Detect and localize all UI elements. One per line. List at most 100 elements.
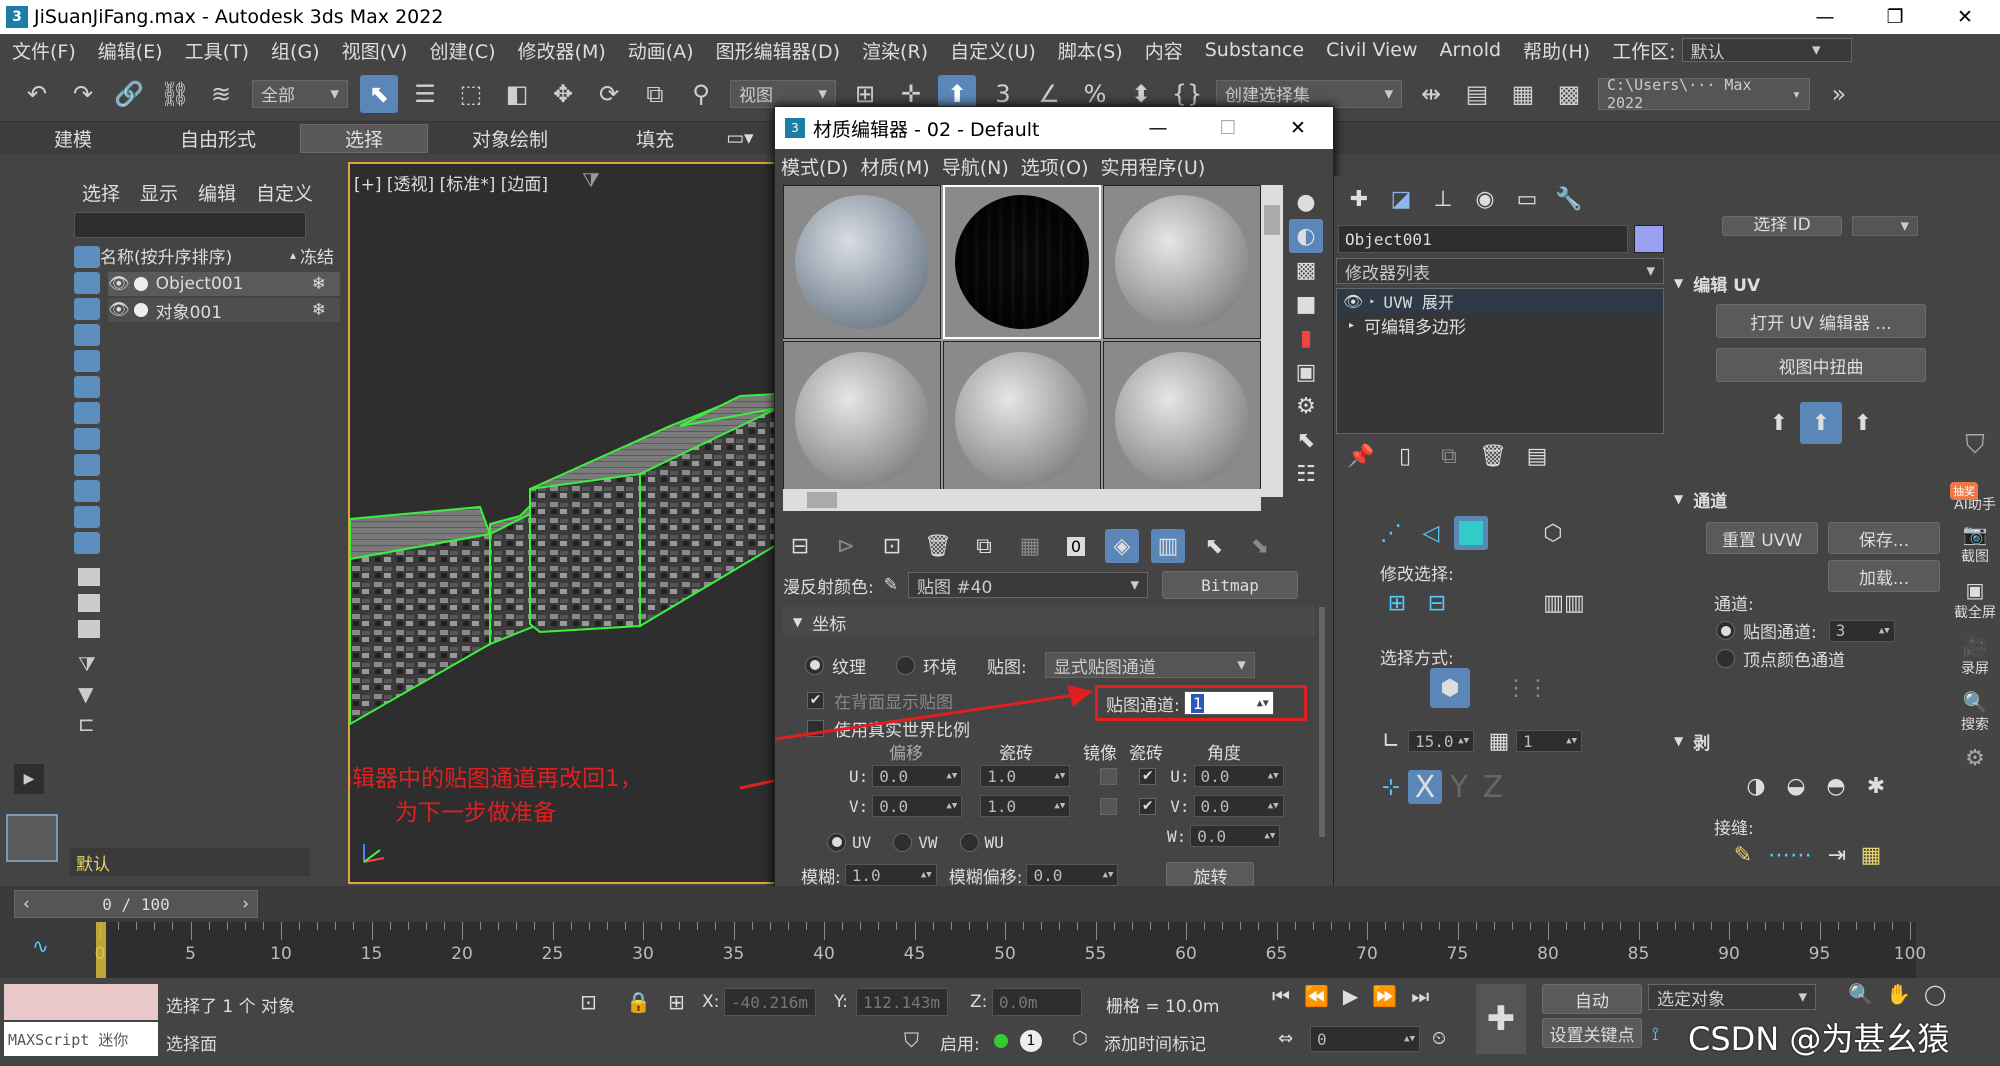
explorer-search-input[interactable] (74, 212, 306, 238)
explorer-menu-edit[interactable]: 编辑 (198, 179, 236, 206)
filter-spacewarps-icon[interactable] (74, 376, 100, 398)
texture-radio[interactable] (805, 655, 824, 675)
filter-funnel-icon[interactable]: ⧩ (78, 652, 96, 676)
window-crossing-icon[interactable]: ◧ (498, 75, 536, 113)
enable-green-dot[interactable] (994, 1034, 1008, 1048)
polygon-mode-icon[interactable] (1454, 516, 1488, 550)
make-unique-icon[interactable]: ⧉ (967, 529, 1001, 563)
freeze-icon[interactable]: ❄ (312, 274, 326, 294)
ignore-backface-icon[interactable]: ⋮⋮ (1505, 671, 1549, 705)
edit-seams-icon[interactable]: ✎ (1726, 838, 1760, 872)
go-to-end-icon[interactable]: ⏭ (1411, 984, 1429, 1008)
redo-icon[interactable]: ↷ (64, 75, 102, 113)
y-coord-field[interactable]: 112.143m (856, 988, 948, 1016)
sample-slots-hscroll[interactable] (783, 489, 1261, 511)
select-object-icon[interactable]: ⬉ (360, 74, 398, 113)
menu-group[interactable]: 组(G) (271, 37, 320, 64)
edge-mode-icon[interactable]: ◁ (1414, 516, 1448, 550)
sample-slot-5[interactable] (943, 341, 1101, 497)
filter-containers-icon[interactable] (74, 480, 100, 502)
list-item[interactable]: 👁 Object001 ❄ (108, 272, 340, 296)
blur-spinner[interactable]: 1.0 ▲▼ (844, 864, 937, 886)
list-item[interactable]: 👁 对象001 ❄ (108, 298, 340, 323)
map-type-button[interactable]: Bitmap (1161, 571, 1298, 599)
stack-item-editable-poly[interactable]: ▸ 可编辑多边形 (1337, 313, 1663, 338)
eye-icon[interactable]: 👁 (108, 274, 130, 294)
map-channel-radio[interactable] (1716, 621, 1735, 640)
time-tag-icon[interactable]: ⬡ (1072, 1028, 1088, 1049)
filter-helpers-icon[interactable] (74, 350, 100, 372)
eye-icon[interactable]: 👁 (108, 300, 130, 320)
named-selection-dropdown[interactable]: 创建选择集 ▾ (1216, 79, 1402, 108)
motion-tab-icon[interactable]: ◉ (1468, 182, 1502, 216)
set-key-big-icon[interactable]: ✚ (1476, 984, 1526, 1054)
menu-help[interactable]: 帮助(H) (1523, 37, 1590, 64)
menu-animation[interactable]: 动画(A) (628, 37, 694, 64)
assign-material-icon[interactable]: ⊡ (875, 529, 909, 563)
modifier-list-dropdown[interactable]: 修改器列表 ▾ (1336, 258, 1664, 284)
filter-icon[interactable]: ▼ (78, 682, 93, 706)
filter-cameras-icon[interactable] (74, 324, 100, 346)
restore-button[interactable]: ❐ (1860, 6, 1930, 28)
u-offset-spinner[interactable]: 0.0 ▲▼ (872, 765, 963, 787)
enable-count-badge[interactable]: 1 (1020, 1030, 1042, 1052)
reference-coord-dropdown[interactable]: 视图 ▾ (730, 79, 836, 108)
filter-frozen-icon[interactable] (74, 506, 100, 528)
uv-radio[interactable] (827, 832, 846, 852)
z-axis-icon[interactable]: Z (1476, 770, 1510, 805)
element-mode-icon[interactable]: ⬡ (1536, 516, 1570, 550)
render-dot-icon[interactable] (133, 277, 148, 291)
tweak-in-view-button[interactable]: 视图中扭曲 (1716, 348, 1926, 382)
me-menu-material[interactable]: 材质(M) (860, 153, 929, 180)
pin-tool-icon[interactable]: ✱ (1856, 766, 1896, 806)
go-to-start-icon[interactable]: ⏮ (1272, 984, 1290, 1008)
channel-header[interactable]: ▼ 通道 (1674, 486, 1944, 512)
record-icon[interactable]: 🎥 录屏 (1950, 634, 2000, 690)
project-path-dropdown[interactable]: C:\Users\··· Max 2022 ▾ (1598, 76, 1810, 112)
display-tab-icon[interactable]: ▭ (1510, 182, 1544, 216)
select-by-name-icon[interactable]: ☰ (406, 75, 444, 113)
menu-file[interactable]: 文件(F) (12, 37, 76, 64)
show-end-result-icon[interactable]: ▯ (1388, 439, 1422, 473)
mirror-icon[interactable]: ⇹ (1412, 75, 1450, 113)
explorer-menu-customize[interactable]: 自定义 (256, 179, 313, 206)
coordinates-rollout-header[interactable]: ▼ 坐标 (783, 607, 1315, 637)
v-tiling-spinner[interactable]: 1.0 ▲▼ (980, 795, 1071, 817)
sample-slot-6[interactable] (1103, 341, 1261, 497)
key-filters-icon[interactable]: ⟟ (1652, 1024, 1659, 1045)
sample-slot-3[interactable] (1103, 185, 1261, 339)
set-key-button[interactable]: 设置关键点 (1542, 1018, 1642, 1048)
background-icon[interactable]: ▩ (1289, 253, 1323, 287)
point-to-point-seam-icon[interactable]: ⋯⋯ (1760, 838, 1820, 872)
y-axis-icon[interactable]: Y (1442, 770, 1476, 805)
explorer-col-name[interactable]: 名称(按升序排序) (100, 243, 232, 268)
align-pivot-icon[interactable]: ⊹ (1374, 770, 1408, 804)
key-filter-dropdown[interactable]: 选定对象 ▾ (1648, 984, 1816, 1010)
next-frame-icon[interactable]: › (242, 894, 249, 914)
v-angle-spinner[interactable]: 0.0 ▲▼ (1193, 795, 1284, 817)
backlight-icon[interactable]: ◐ (1289, 219, 1323, 253)
u-angle-spinner[interactable]: 0.0 ▲▼ (1193, 765, 1284, 787)
put-to-library-icon[interactable]: ▦ (1013, 529, 1047, 563)
make-unique-icon[interactable]: ⧉ (1432, 439, 1466, 473)
lottery-badge[interactable]: 抽奖 (1950, 482, 1978, 500)
expand-toolbar-icon[interactable]: » (1820, 75, 1858, 113)
edit-uv-header[interactable]: ▼ 编辑 UV (1674, 270, 1944, 296)
u-tile-checkbox[interactable]: ✔ (1139, 767, 1157, 785)
timeline-current-frame-marker[interactable] (96, 922, 106, 978)
put-to-scene-icon[interactable]: ⊳ (829, 529, 863, 563)
ribbon-tab-freeform[interactable]: 自由形式 (136, 125, 300, 152)
sample-slot-4[interactable] (783, 341, 941, 497)
edge-sel-to-seams-icon[interactable]: ⇥ (1820, 838, 1854, 872)
video-color-check-icon[interactable]: ▮ (1289, 321, 1323, 355)
me-minimize-button[interactable]: — (1123, 117, 1193, 139)
maxscript-input[interactable]: MAXScript 迷你 (4, 1022, 158, 1056)
object-name-input[interactable]: Object001 (1338, 225, 1628, 253)
get-material-icon[interactable]: ⊟ (783, 529, 817, 563)
menu-view[interactable]: 视图(V) (342, 37, 408, 64)
vertex-mode-icon[interactable]: ⋰ (1374, 516, 1408, 550)
z-coord-field[interactable]: 0.0m (992, 988, 1082, 1016)
uv-map-channel-spinner[interactable]: 3 ▲▼ (1828, 619, 1895, 642)
filter-geometry-icon[interactable] (74, 246, 100, 268)
ribbon-options-icon[interactable]: ▭▾ (718, 127, 762, 149)
